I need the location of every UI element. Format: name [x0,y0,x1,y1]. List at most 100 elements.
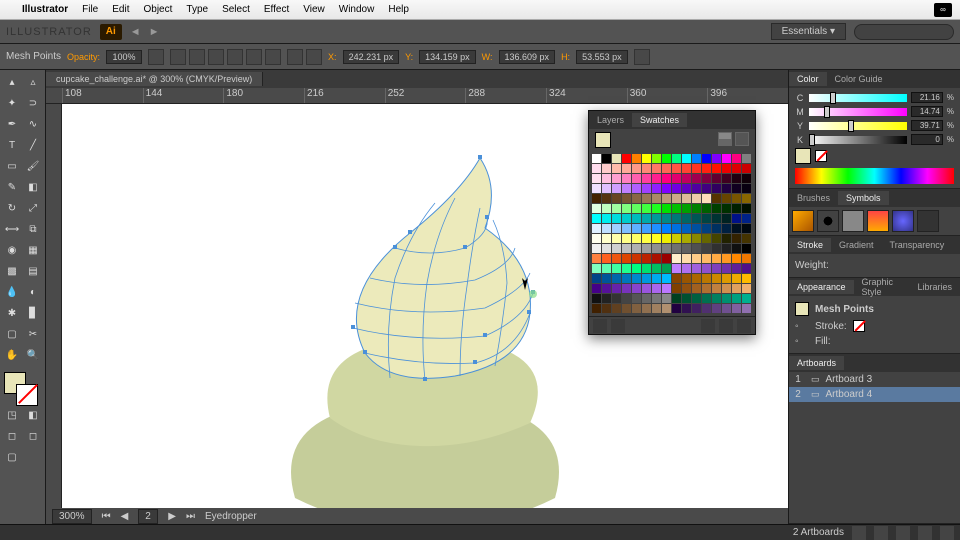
swatch[interactable] [622,214,631,223]
tab-gradient[interactable]: Gradient [831,238,882,252]
pencil-tool[interactable]: ✎ [2,177,22,197]
swatch[interactable] [672,214,681,223]
symbol-item[interactable] [842,210,864,232]
swatch[interactable] [722,294,731,303]
swatch[interactable] [682,284,691,293]
workspace-switcher[interactable]: Essentials ▾ [771,23,846,40]
hand-tool[interactable]: ✋ [2,345,22,365]
nav-prev-icon[interactable]: ◄ [130,26,141,38]
swatch[interactable] [742,204,751,213]
swatch[interactable] [602,204,611,213]
document-tab[interactable]: cupcake_challenge.ai* @ 300% (CMYK/Previ… [46,72,263,86]
swatch[interactable] [732,294,741,303]
swatch[interactable] [712,284,721,293]
swatch[interactable] [602,284,611,293]
shape-builder-tool[interactable]: ◉ [2,240,22,260]
swatch[interactable] [642,224,651,233]
magic-wand-tool[interactable]: ✦ [2,93,22,113]
nav-next-icon[interactable]: ▶ [168,511,176,522]
swatch[interactable] [622,304,631,313]
swatch[interactable] [742,294,751,303]
swatch[interactable] [712,254,721,263]
swatch[interactable] [732,244,741,253]
color-slider[interactable] [809,94,907,102]
swatch[interactable] [702,214,711,223]
swatch[interactable] [682,184,691,193]
swatch[interactable] [692,154,701,163]
swatch[interactable] [722,264,731,273]
nav-next-icon[interactable]: ► [149,26,160,38]
swatch[interactable] [642,204,651,213]
swatch[interactable] [682,224,691,233]
swatch[interactable] [742,164,751,173]
swatch[interactable] [732,214,741,223]
swatch[interactable] [602,224,611,233]
swatch[interactable] [692,214,701,223]
swatch[interactable] [702,204,711,213]
swatch[interactable] [722,224,731,233]
tab-appearance[interactable]: Appearance [789,280,854,294]
swatch[interactable] [622,204,631,213]
swatch[interactable] [732,234,741,243]
swatch[interactable] [712,294,721,303]
type-tool[interactable]: T [2,135,22,155]
swatch[interactable] [592,304,601,313]
search-input[interactable] [854,24,954,40]
swatch[interactable] [632,234,641,243]
rearrange-icon[interactable] [852,526,866,540]
swatch[interactable] [662,154,671,163]
swatch[interactable] [622,264,631,273]
swatch[interactable] [632,224,641,233]
swatch[interactable] [682,234,691,243]
swatch[interactable] [672,194,681,203]
swatch[interactable] [682,214,691,223]
swatch[interactable] [612,304,621,313]
direct-selection-tool[interactable]: ▵ [23,72,43,92]
swatch[interactable] [722,204,731,213]
symbol-item[interactable] [817,210,839,232]
swatch[interactable] [602,174,611,183]
swatch[interactable] [652,304,661,313]
swatch[interactable] [622,274,631,283]
swatch[interactable] [712,264,721,273]
swatch[interactable] [662,204,671,213]
swatch[interactable] [662,174,671,183]
menu-object[interactable]: Object [143,4,172,15]
swatch[interactable] [742,264,751,273]
swatch[interactable] [672,204,681,213]
swatch[interactable] [722,154,731,163]
swatch[interactable] [632,164,641,173]
swatch[interactable] [622,294,631,303]
recolor-icon[interactable] [148,49,164,65]
swatch[interactable] [722,244,731,253]
channel-value[interactable]: 14.74 [911,106,943,117]
color-slider[interactable] [809,122,907,130]
swatch[interactable] [692,304,701,313]
swatch[interactable] [682,244,691,253]
swatch[interactable] [672,284,681,293]
swatch[interactable] [632,254,641,263]
swatch[interactable] [592,204,601,213]
swatch[interactable] [712,234,721,243]
swatch[interactable] [642,194,651,203]
swatch[interactable] [732,204,741,213]
swatch[interactable] [722,304,731,313]
swatch[interactable] [712,304,721,313]
swatch[interactable] [602,184,611,193]
swatch[interactable] [712,164,721,173]
tab-brushes[interactable]: Brushes [789,191,838,205]
width-tool[interactable]: ⟷ [2,219,22,239]
swatch[interactable] [622,224,631,233]
swatch[interactable] [712,224,721,233]
free-transform-tool[interactable]: ⧉ [23,219,43,239]
y-input[interactable]: 134.159 px [419,50,476,64]
swatch[interactable] [652,194,661,203]
artboard-tool[interactable]: ▢ [2,324,22,344]
fill-preview[interactable] [795,148,811,164]
swatch[interactable] [722,214,731,223]
swatch[interactable] [652,174,661,183]
align-icons[interactable] [170,49,281,65]
paintbrush-tool[interactable]: 🖌 [23,156,43,176]
swatch[interactable] [602,164,611,173]
tab-transparency[interactable]: Transparency [882,238,953,252]
